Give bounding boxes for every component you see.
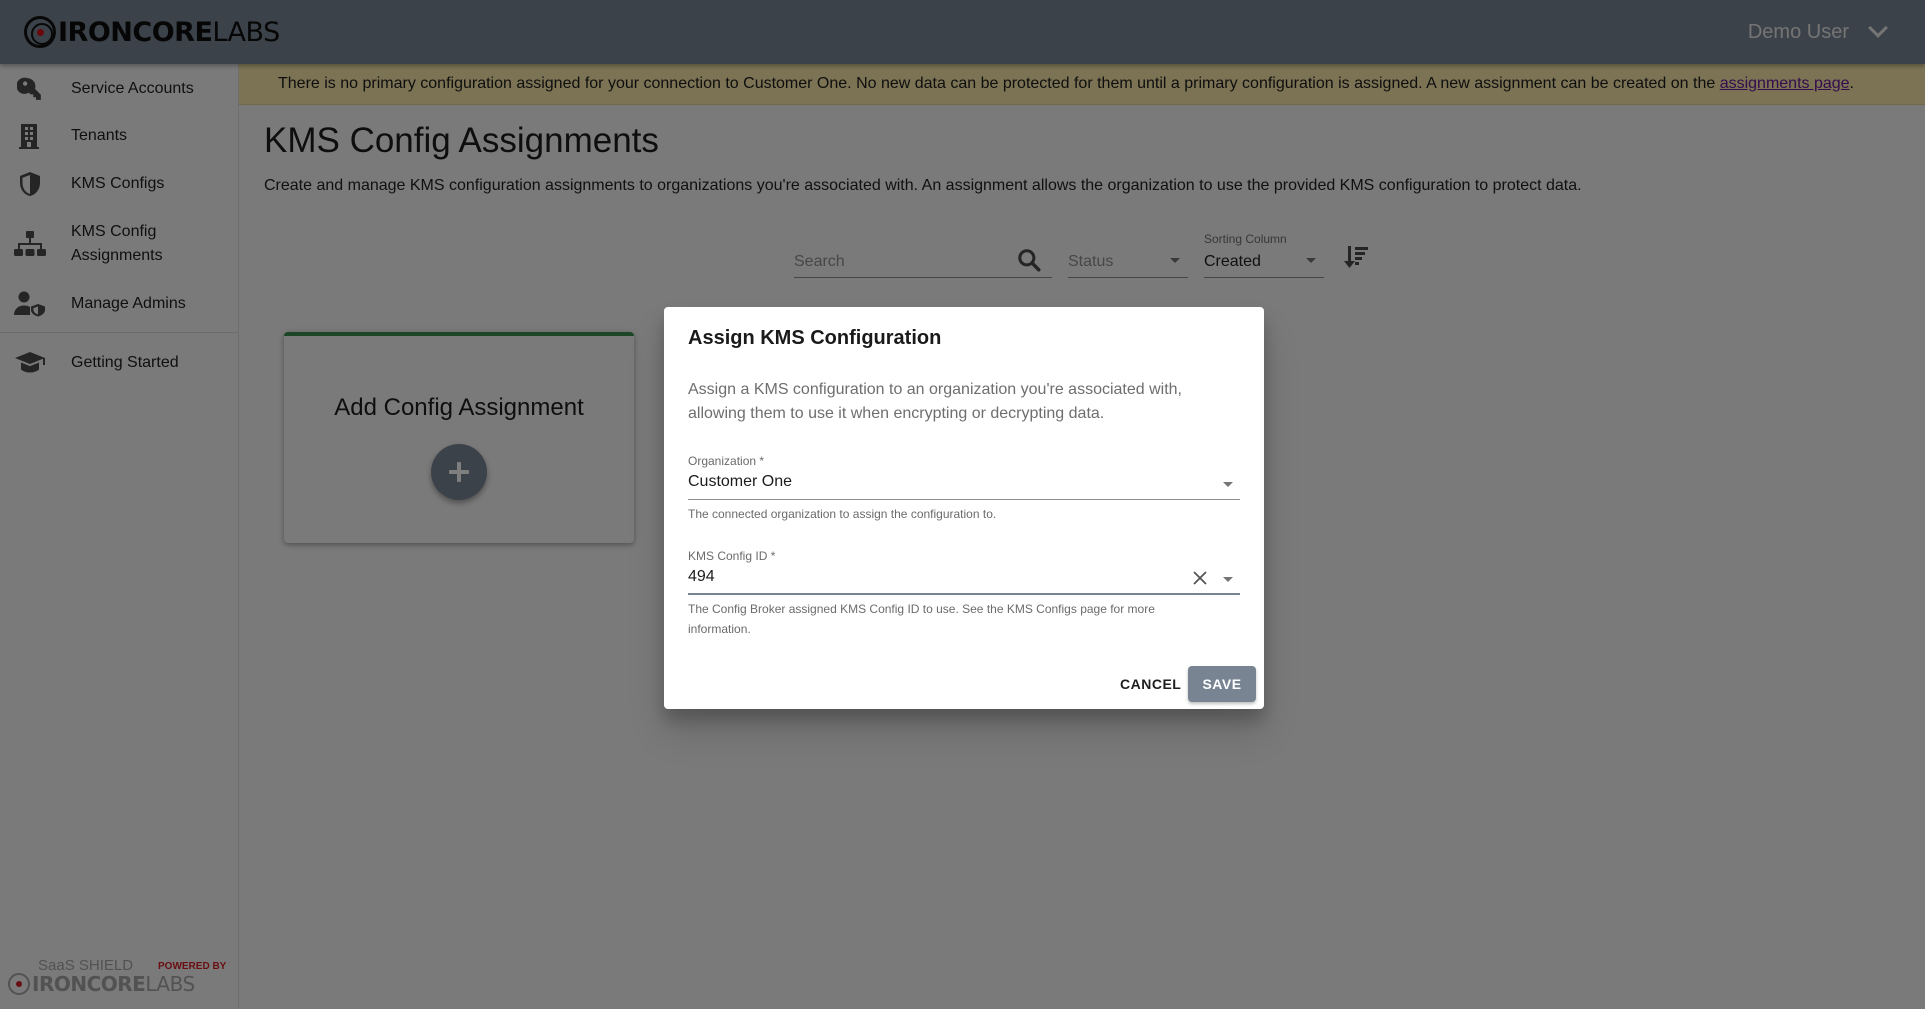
dialog-title: Assign KMS Configuration	[688, 327, 942, 349]
assign-kms-configuration-dialog: Assign KMS Configuration Assign a KMS co…	[664, 307, 1264, 709]
organization-label: Organization *	[688, 454, 765, 468]
dropdown-arrow-icon[interactable]	[1223, 577, 1233, 582]
kms-config-id-helper-text: The Config Broker assigned KMS Config ID…	[688, 602, 1155, 636]
organization-field: Organization * Customer One The connecte…	[688, 454, 1240, 524]
kms-config-id-value: 494	[688, 568, 715, 585]
dialog-description: Assign a KMS configuration to an organiz…	[688, 381, 1182, 422]
kms-config-id-input[interactable]: 494	[688, 563, 1240, 595]
dropdown-arrow-icon[interactable]	[1223, 482, 1233, 487]
organization-helper-text: The connected organization to assign the…	[688, 507, 997, 521]
kms-config-id-field: KMS Config ID * 494 The Config Broker as…	[688, 549, 1240, 639]
clear-icon[interactable]	[1190, 568, 1210, 588]
organization-value: Customer One	[688, 473, 793, 490]
save-button[interactable]: SAVE	[1188, 666, 1256, 702]
kms-config-id-label: KMS Config ID *	[688, 549, 776, 563]
organization-select[interactable]: Customer One	[688, 468, 1240, 500]
cancel-button[interactable]: CANCEL	[1112, 666, 1189, 702]
